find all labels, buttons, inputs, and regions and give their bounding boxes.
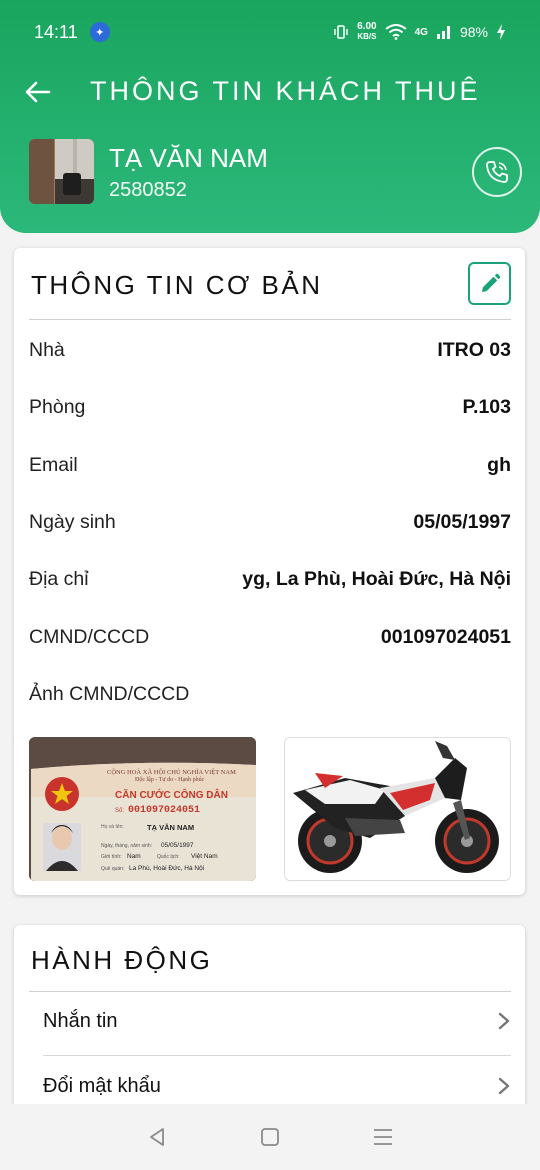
info-row-id-photos: Ảnh CMND/CCCD [29,679,511,709]
id-card-sex: Nam [127,853,141,860]
motorbike-photo[interactable] [284,737,511,881]
id-card-country-line: CỘNG HOÀ XÃ HỘI CHỦ NGHĨA VIỆT NAM [107,769,236,776]
basic-info-title: THÔNG TIN CƠ BẢN [31,270,323,300]
info-row-email: Email gh [29,450,511,480]
id-card-name: TẠ VĂN NAM [147,823,195,832]
id-card-number: 001097024051 [128,805,201,816]
nav-back-button[interactable] [137,1117,177,1157]
info-label: Ngày sinh [29,510,116,533]
page-title: THÔNG TIN KHÁCH THUÊ [90,76,481,106]
vibrate-icon [334,25,348,39]
nav-home-button[interactable] [250,1117,290,1157]
id-card-motto: Độc lập - Tự do - Hạnh phúc [135,777,205,783]
phone-icon [486,161,508,183]
wifi-icon [385,24,407,40]
action-label: Đổi mật khẩu [43,1074,161,1097]
id-card-sex-label: Giới tính: [101,854,122,860]
id-card-nationality-label: Quốc tịch: [157,854,180,860]
info-value: ITRO 03 [437,338,511,361]
chevron-right-icon [498,1012,510,1030]
pencil-icon [481,273,500,292]
arrow-left-icon [25,81,51,103]
basic-info-card: THÔNG TIN CƠ BẢN Nhà ITRO 03 Phòng P.103… [14,248,525,895]
avatar[interactable] [29,139,94,204]
info-value: P.103 [462,395,511,418]
id-card-dob-label: Ngày, tháng, năm sinh: [101,843,153,849]
actions-card: HÀNH ĐỘNG Nhắn tin Đổi mật khẩu [14,925,525,1125]
network-speed: 6.00 KB/S [357,22,376,42]
actions-title: HÀNH ĐỘNG [31,945,213,975]
network-type: 4G [414,26,428,38]
motorbike-image [285,738,510,880]
chevron-right-icon [498,1077,510,1095]
info-value: gh [487,453,511,476]
system-nav-bar [0,1104,540,1170]
back-button[interactable] [22,76,54,108]
battery-level: 98% [459,24,488,40]
top-bar: THÔNG TIN KHÁCH THUÊ [0,64,540,120]
action-send-message[interactable]: Nhắn tin [43,991,511,1051]
info-row-room: Phòng P.103 [29,392,511,422]
info-label: Nhà [29,338,65,361]
speed-value: 6.00 [357,21,377,32]
tenant-name: TẠ VĂN NAM [109,143,268,173]
tenant-profile: TẠ VĂN NAM 2580852 [29,139,522,205]
status-time: 14:11 [34,21,78,42]
avatar-image [29,139,94,204]
info-row-birthday: Ngày sinh 05/05/1997 [29,507,511,537]
triangle-back-icon [149,1128,164,1146]
speed-unit: KB/S [357,32,377,41]
status-indicators: 6.00 KB/S 4G 98% [333,22,506,42]
info-row-address: Địa chỉ yg, La Phù, Hoài Đức, Hà Nội [29,564,511,594]
nav-menu-button[interactable] [363,1117,403,1157]
info-value: 05/05/1997 [413,510,511,533]
id-card-dob: 05/05/1997 [161,842,194,849]
id-card-nationality: Việt Nam [191,853,218,860]
info-label: Email [29,453,78,476]
id-card-hometown: La Phù, Hoài Đức, Hà Nội [129,865,205,872]
call-button[interactable] [472,147,522,197]
status-bar: 14:11 ✦ 6.00 KB/S 4G 98% [0,0,540,64]
info-label: Địa chỉ [29,567,89,590]
notification-icon: ✦ [89,22,110,42]
info-row-house: Nhà ITRO 03 [29,335,511,365]
info-value: yg, La Phù, Hoài Đức, Hà Nội [242,567,511,590]
divider [29,319,511,320]
edit-button[interactable] [468,262,511,305]
info-value: 001097024051 [380,625,511,648]
menu-icon [374,1129,393,1145]
info-label: CMND/CCCD [29,625,150,648]
app-header: 14:11 ✦ 6.00 KB/S 4G 98% THÔNG TIN KHÁCH… [0,0,540,233]
square-home-icon [261,1128,279,1146]
info-label: Phòng [29,395,86,418]
id-card-photo[interactable]: CỘNG HOÀ XÃ HỘI CHỦ NGHĨA VIỆT NAM Độc l… [29,737,256,881]
info-row-id-number: CMND/CCCD 001097024051 [29,622,511,652]
id-card-type: CĂN CƯỚC CÔNG DÂN [115,790,228,801]
charging-icon [497,24,505,40]
signal-icon [436,26,450,39]
photos-label: Ảnh CMND/CCCD [29,682,190,705]
action-label: Nhắn tin [43,1009,118,1032]
tenant-code: 2580852 [109,179,187,201]
id-card-number-prefix: Số: [115,808,125,814]
id-card-number-row: Số: 001097024051 [115,805,200,816]
id-card-hometown-label: Quê quán: [101,866,125,872]
id-card-name-label: Họ và tên: [101,824,124,830]
